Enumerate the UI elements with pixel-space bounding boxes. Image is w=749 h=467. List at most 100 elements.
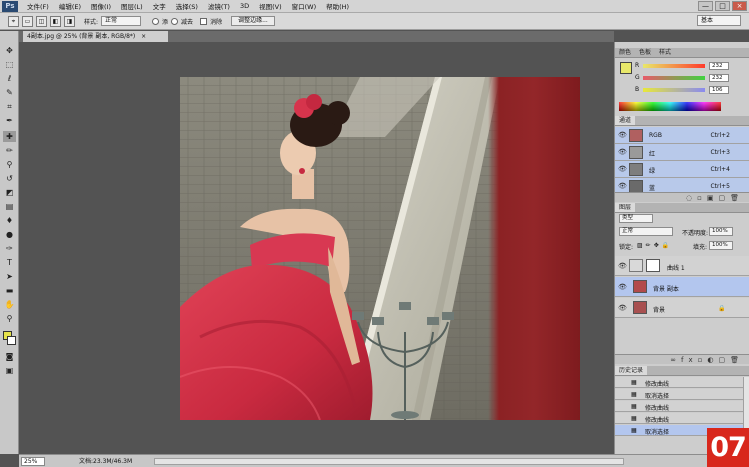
tab-color[interactable]: 颜色 — [615, 48, 635, 57]
radio-add[interactable] — [152, 17, 160, 25]
blend-mode-select[interactable]: 正常 — [619, 227, 673, 236]
close-button[interactable]: × — [732, 1, 747, 11]
menu-3d[interactable]: 3D — [235, 2, 254, 10]
eye-icon[interactable]: 👁 — [618, 131, 627, 139]
document-canvas[interactable] — [180, 77, 580, 420]
dodge-tool-icon[interactable]: ● — [3, 229, 16, 240]
history-row[interactable]: ▦ 修改曲线 — [615, 401, 749, 412]
slider-red-label: R — [635, 62, 640, 69]
lock-icons[interactable]: ▨✏✥🔒 — [637, 242, 672, 249]
pen-tool-icon[interactable]: ✑ — [3, 243, 16, 254]
menu-help[interactable]: 帮助(H) — [321, 1, 354, 11]
slider-red-track[interactable] — [643, 64, 705, 68]
workspace-select[interactable]: 基本 — [697, 15, 741, 26]
fill-input[interactable]: 100% — [709, 241, 733, 250]
hand-tool-icon[interactable]: ✋ — [3, 299, 16, 310]
slider-blue[interactable]: B 106 — [635, 86, 749, 94]
slider-red-value[interactable]: 232 — [709, 62, 729, 70]
blur-tool-icon[interactable]: ♦ — [3, 215, 16, 226]
lasso-tool-icon[interactable]: ℓ — [3, 73, 16, 84]
color-spectrum[interactable] — [619, 102, 721, 111]
menu-filter[interactable]: 滤镜(T) — [203, 1, 235, 11]
eye-icon[interactable]: 👁 — [618, 262, 627, 270]
quick-select-icon[interactable]: ✎ — [3, 87, 16, 98]
channel-row[interactable]: 👁 红 Ctrl+3 — [615, 144, 749, 161]
path-select-icon[interactable]: ➤ — [3, 271, 16, 282]
eraser-icon[interactable]: ◩ — [3, 187, 16, 198]
lock-icon: 🔒 — [718, 305, 726, 312]
tab-close-icon[interactable]: × — [141, 33, 146, 40]
subtract-selection-icon[interactable]: ◧ — [50, 15, 61, 27]
color-fg-swatch[interactable] — [620, 62, 632, 74]
menu-file[interactable]: 文件(F) — [22, 1, 54, 11]
move-tool-icon[interactable]: ✥ — [3, 45, 16, 56]
channel-row[interactable]: 👁 RGB Ctrl+2 — [615, 127, 749, 144]
history-row[interactable]: ▦ 取消选择 — [615, 389, 749, 400]
minimize-button[interactable]: — — [698, 1, 713, 11]
marquee-tool-icon[interactable]: ⬚ — [3, 59, 16, 70]
history-row[interactable]: ▦ 修改曲线 — [615, 413, 749, 424]
radio-subtract[interactable] — [171, 17, 179, 25]
zoom-input[interactable]: 25% — [21, 457, 45, 466]
slider-red[interactable]: R 232 — [635, 62, 749, 70]
antialias-checkbox[interactable] — [200, 17, 208, 25]
quick-mask-icon[interactable]: ◙ — [3, 351, 16, 362]
eye-icon[interactable]: 👁 — [618, 165, 627, 173]
tab-layers[interactable]: 图层 — [615, 203, 636, 212]
new-selection-icon[interactable]: ▭ — [22, 15, 33, 27]
slider-blue-track[interactable] — [643, 88, 705, 92]
maximize-button[interactable]: □ — [715, 1, 730, 11]
type-tool-icon[interactable]: T — [3, 257, 16, 268]
radio-add-label: 添 — [162, 18, 169, 26]
menu-window[interactable]: 窗口(W) — [287, 1, 322, 11]
menu-image[interactable]: 图像(I) — [86, 1, 116, 11]
tab-history[interactable]: 历史记录 — [615, 366, 648, 375]
opacity-input[interactable]: 100% — [709, 227, 733, 236]
history-step-name: 修改曲线 — [645, 381, 670, 388]
brush-tool-icon[interactable]: ✏ — [3, 145, 16, 156]
channel-shortcut: Ctrl+4 — [710, 166, 730, 173]
horizontal-scrollbar[interactable] — [154, 458, 624, 465]
right-panel-dock: 颜色 色板 样式 R 232 G 232 B 106 通道 👁 RGB Ctrl… — [614, 42, 749, 454]
history-step-icon: ▦ — [631, 427, 637, 434]
menu-type[interactable]: 文字 — [148, 1, 171, 11]
tab-swatches[interactable]: 色板 — [635, 48, 655, 57]
slider-green-track[interactable] — [643, 76, 705, 80]
layer-row[interactable]: 👁 背景 🔒 — [615, 298, 749, 318]
style-select[interactable]: 正常 — [101, 16, 142, 26]
tools-panel: ✥ ⬚ ℓ ✎ ⌗ ✒ ✚ ✏ ⚲ ↺ ◩ ▤ ♦ ● ✑ T ➤ ▬ ✋ ⚲ … — [0, 31, 19, 454]
eye-icon[interactable]: 👁 — [618, 283, 627, 291]
add-selection-icon[interactable]: ◫ — [36, 15, 47, 27]
refine-edge-button[interactable]: 调整边缘... — [231, 16, 275, 26]
tool-preset-icon[interactable]: ⌖ — [8, 15, 19, 27]
menu-edit[interactable]: 编辑(E) — [54, 1, 86, 11]
eyedropper-icon[interactable]: ✒ — [3, 115, 16, 126]
menu-view[interactable]: 视图(V) — [254, 1, 287, 11]
document-tab[interactable]: 4副本.jpg @ 25% (背景 副本, RGB/8*) × — [23, 31, 168, 42]
eye-icon[interactable]: 👁 — [618, 182, 627, 190]
channel-row[interactable]: 👁 绿 Ctrl+4 — [615, 161, 749, 178]
history-brush-icon[interactable]: ↺ — [3, 173, 16, 184]
eye-icon[interactable]: 👁 — [618, 304, 627, 312]
intersect-selection-icon[interactable]: ◨ — [64, 15, 75, 27]
menu-layer[interactable]: 图层(L) — [116, 1, 148, 11]
crop-tool-icon[interactable]: ⌗ — [3, 101, 16, 112]
tab-styles[interactable]: 样式 — [655, 48, 675, 57]
gradient-icon[interactable]: ▤ — [3, 201, 16, 212]
tab-channels[interactable]: 通道 — [615, 116, 636, 125]
screen-mode-icon[interactable]: ▣ — [3, 365, 16, 376]
layer-kind-filter[interactable]: 类型 — [619, 214, 653, 223]
slider-green[interactable]: G 232 — [635, 74, 749, 82]
zoom-tool-icon[interactable]: ⚲ — [3, 313, 16, 324]
clone-stamp-icon[interactable]: ⚲ — [3, 159, 16, 170]
healing-brush-icon[interactable]: ✚ — [3, 131, 16, 142]
slider-blue-value[interactable]: 106 — [709, 86, 729, 94]
history-row[interactable]: ▦ 修改曲线 — [615, 377, 749, 388]
layer-row[interactable]: 👁 背景 副本 — [615, 277, 749, 297]
slider-green-value[interactable]: 232 — [709, 74, 729, 82]
menu-select[interactable]: 选择(S) — [171, 1, 203, 11]
layer-row[interactable]: 👁 曲线 1 — [615, 256, 749, 276]
shape-tool-icon[interactable]: ▬ — [3, 285, 16, 296]
background-color-swatch[interactable] — [7, 336, 16, 345]
eye-icon[interactable]: 👁 — [618, 148, 627, 156]
